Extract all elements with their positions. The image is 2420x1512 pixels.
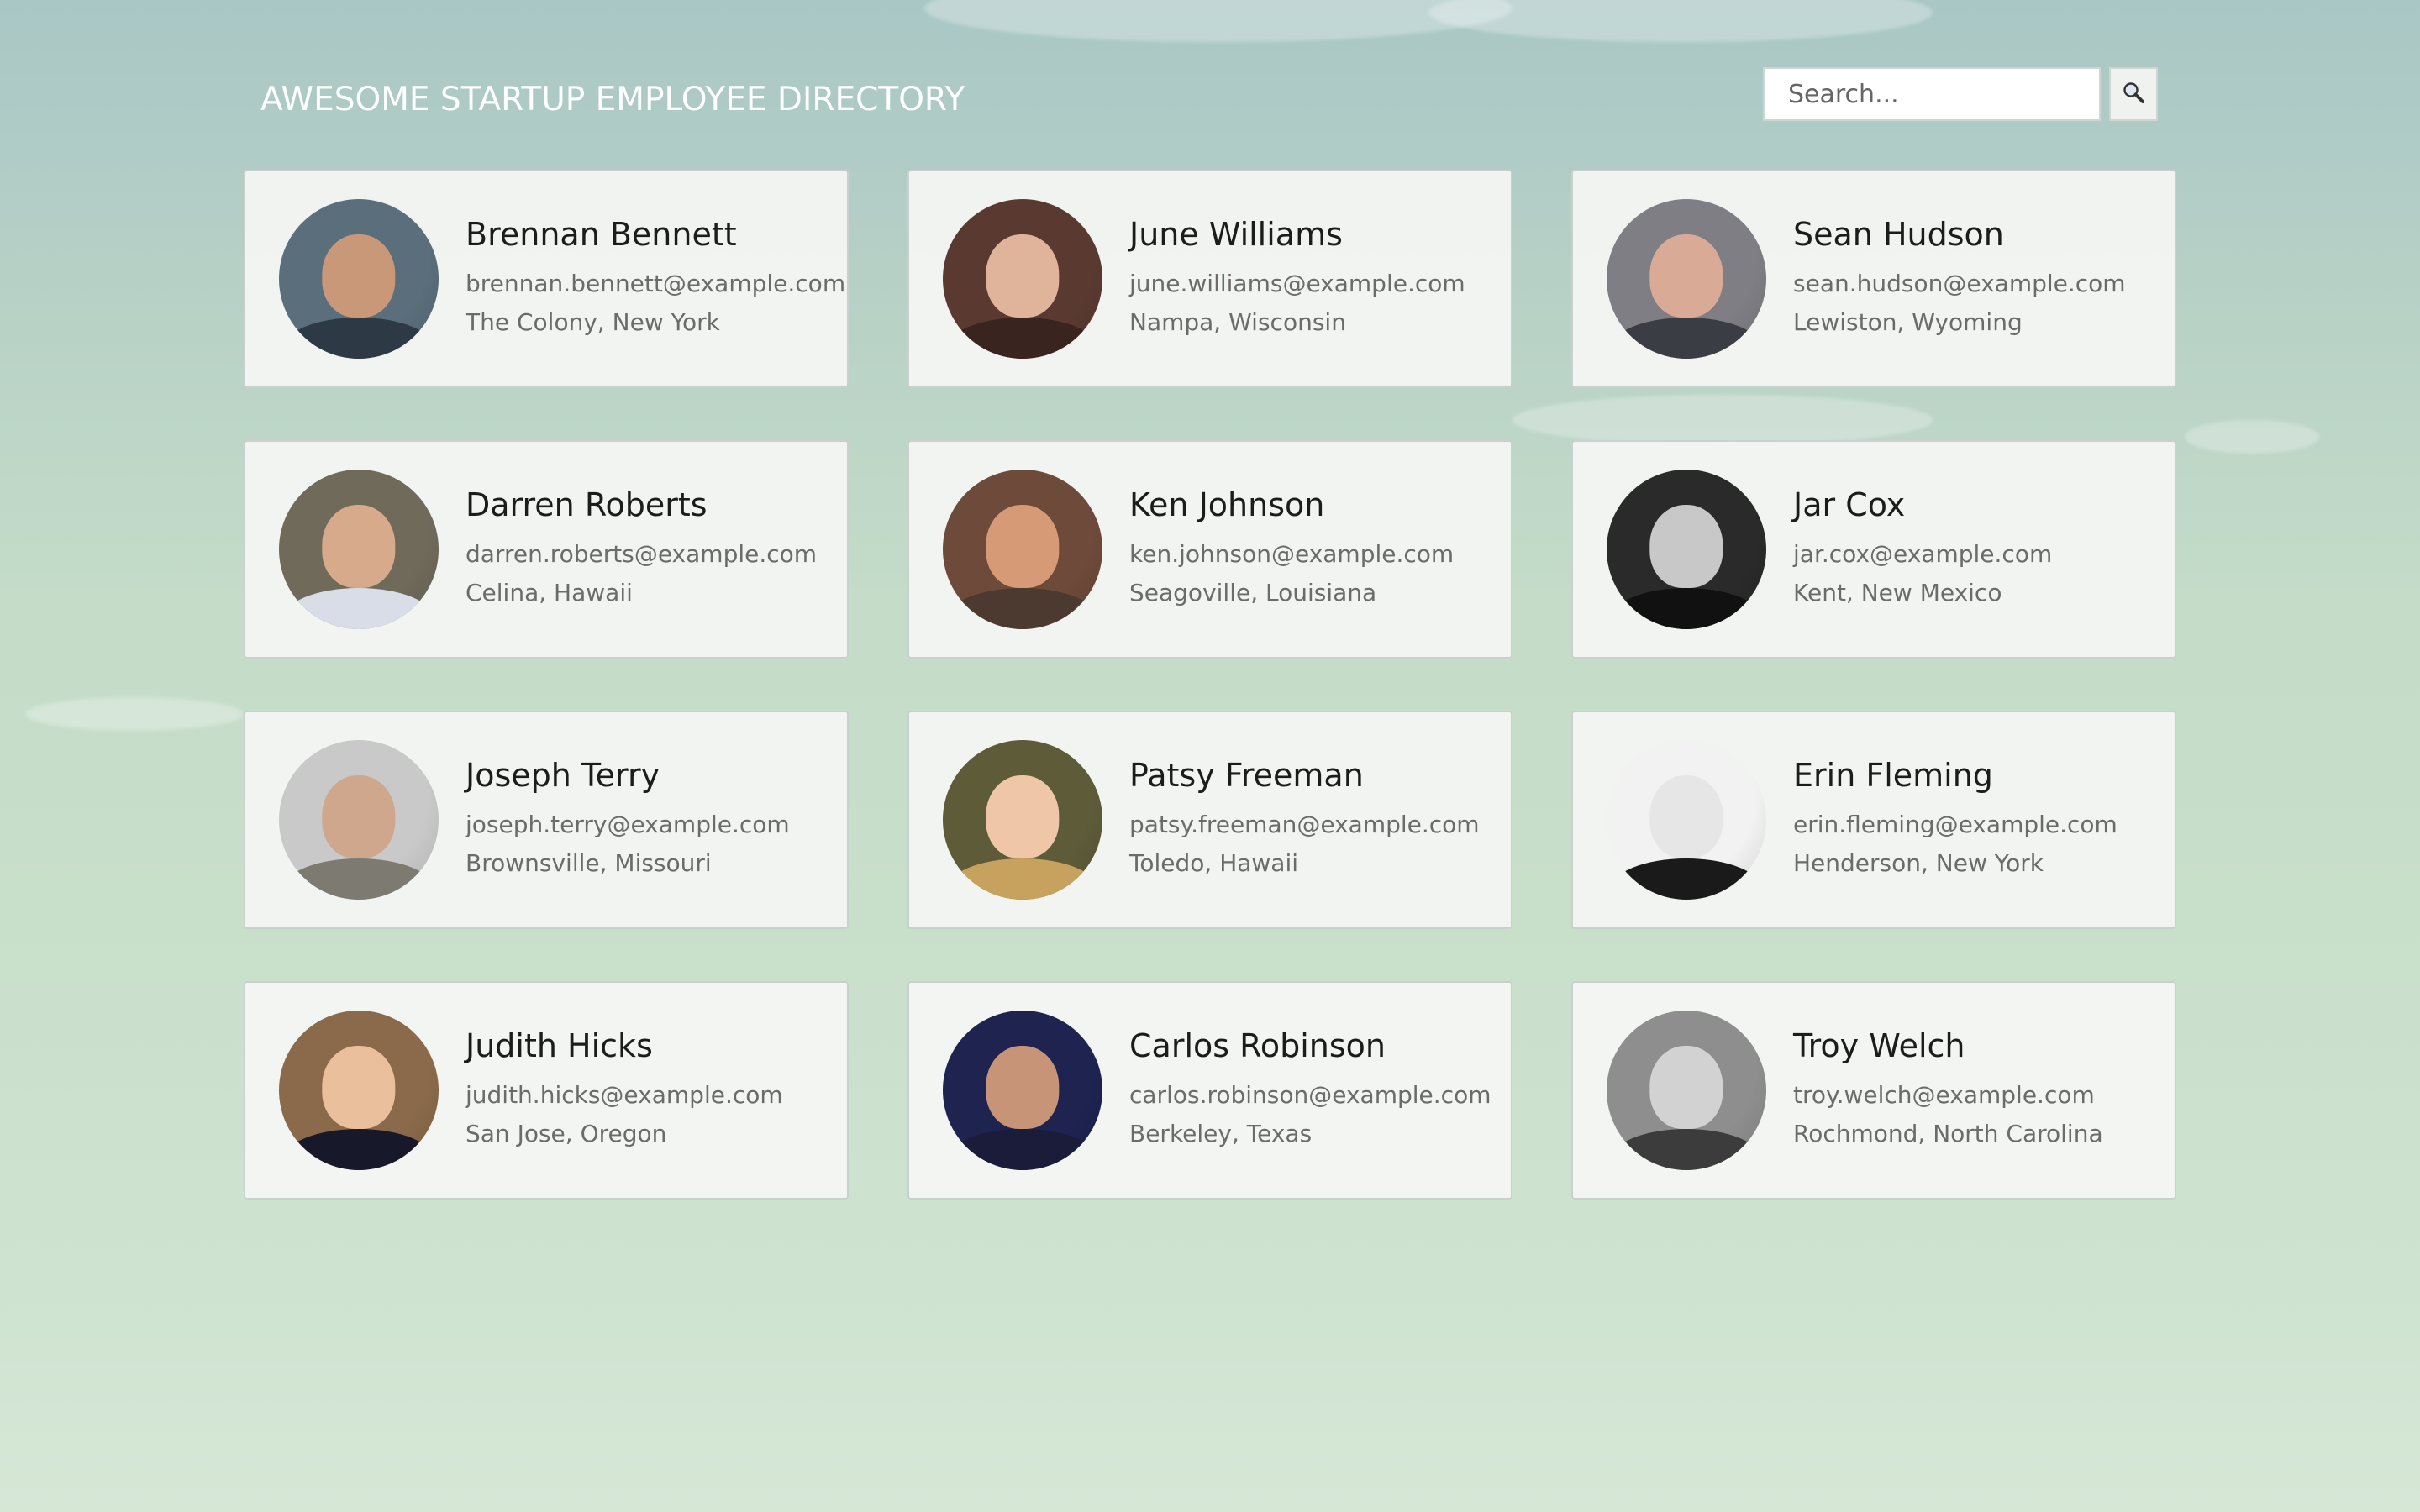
employee-email: darren.roberts@example.com <box>466 540 818 568</box>
employee-info: Troy Welch troy.welch@example.com Rochmond… <box>1793 1027 2103 1153</box>
avatar <box>943 199 1102 359</box>
employee-name: Sean Hudson <box>1793 216 2004 253</box>
avatar <box>279 1011 439 1170</box>
employee-location: The Colony, New York <box>466 308 720 336</box>
employee-card[interactable]: Jar Cox jar.cox@example.com Kent, New Mexi… <box>1571 440 2176 659</box>
avatar <box>1607 740 1766 900</box>
employee-info: Jar Cox jar.cox@example.com Kent, New Mexi… <box>1793 486 2052 612</box>
avatar <box>1607 1011 1766 1170</box>
employee-name: Erin Fleming <box>1793 757 1993 794</box>
employee-email: sean.hudson@example.com <box>1793 270 2126 297</box>
employee-email: troy.welch@example.com <box>1793 1081 2095 1109</box>
employee-name: Jar Cox <box>1793 486 1906 523</box>
cloud-decoration <box>1428 0 1933 42</box>
cloud-decoration <box>924 0 1512 42</box>
cloud-decoration <box>25 697 244 731</box>
employee-email: ken.johnson@example.com <box>1129 540 1455 568</box>
employee-name: Darren Roberts <box>466 486 708 523</box>
avatar <box>943 740 1102 900</box>
employee-email: carlos.robinson@example.com <box>1129 1081 1491 1109</box>
search-input[interactable] <box>1763 67 2101 121</box>
employee-location: San Jose, Oregon <box>466 1120 667 1147</box>
employee-location: Lewiston, Wyoming <box>1793 308 2023 336</box>
employee-info: Ken Johnson ken.johnson@example.com Seagov… <box>1129 486 1454 612</box>
employee-name: Ken Johnson <box>1129 486 1325 523</box>
employee-info: Carlos Robinson carlos.robinson@example.c… <box>1129 1027 1491 1153</box>
search-icon <box>2121 80 2146 108</box>
avatar <box>1607 199 1766 359</box>
employee-info: Erin Fleming erin.fleming@example.com Hend… <box>1793 757 2118 883</box>
employee-name: Patsy Freeman <box>1129 757 1364 794</box>
employee-location: Rochmond, North Carolina <box>1793 1120 2103 1147</box>
employee-location: Berkeley, Texas <box>1129 1120 1313 1147</box>
employee-location: Celina, Hawaii <box>466 579 633 606</box>
employee-card[interactable]: Patsy Freeman patsy.freeman@example.com To… <box>908 711 1512 929</box>
employee-card[interactable]: Ken Johnson ken.johnson@example.com Seagov… <box>908 440 1512 659</box>
employee-grid: Brennan Bennett brennan.bennett@example.c… <box>244 170 2176 1200</box>
employee-location: Toledo, Hawaii <box>1129 849 1299 877</box>
employee-location: Seagoville, Louisiana <box>1129 579 1377 606</box>
employee-card[interactable]: Darren Roberts darren.roberts@example.com… <box>244 440 849 659</box>
employee-card[interactable]: Brennan Bennett brennan.bennett@example.c… <box>244 170 849 388</box>
employee-name: Brennan Bennett <box>466 216 737 253</box>
employee-info: Joseph Terry joseph.terry@example.com Brow… <box>466 757 790 883</box>
avatar <box>279 740 439 900</box>
cloud-decoration <box>2185 420 2319 454</box>
employee-info: Darren Roberts darren.roberts@example.com… <box>466 486 817 612</box>
avatar <box>943 470 1102 629</box>
employee-card[interactable]: Joseph Terry joseph.terry@example.com Brow… <box>244 711 849 929</box>
employee-location: Henderson, New York <box>1793 849 2044 877</box>
employee-location: Brownsville, Missouri <box>466 849 712 877</box>
employee-name: Carlos Robinson <box>1129 1027 1386 1064</box>
employee-name: Troy Welch <box>1793 1027 1965 1064</box>
employee-email: patsy.freeman@example.com <box>1129 811 1480 838</box>
employee-card[interactable]: Carlos Robinson carlos.robinson@example.c… <box>908 981 1512 1200</box>
employee-name: Joseph Terry <box>466 757 660 794</box>
avatar <box>279 199 439 359</box>
employee-card[interactable]: Troy Welch troy.welch@example.com Rochmond… <box>1571 981 2176 1200</box>
employee-name: Judith Hicks <box>466 1027 653 1064</box>
employee-info: Patsy Freeman patsy.freeman@example.com To… <box>1129 757 1480 883</box>
search-button[interactable] <box>2109 67 2158 121</box>
employee-info: Sean Hudson sean.hudson@example.com Lewist… <box>1793 216 2126 342</box>
search-bar <box>1763 67 2158 121</box>
employee-info: June Williams june.williams@example.com Na… <box>1129 216 1465 342</box>
employee-location: Kent, New Mexico <box>1793 579 2002 606</box>
employee-info: Judith Hicks judith.hicks@example.com San … <box>466 1027 783 1153</box>
employee-card[interactable]: June Williams june.williams@example.com Na… <box>908 170 1512 388</box>
avatar <box>279 470 439 629</box>
employee-email: june.williams@example.com <box>1129 270 1465 297</box>
employee-email: brennan.bennett@example.com <box>466 270 846 297</box>
employee-email: erin.fleming@example.com <box>1793 811 2118 838</box>
employee-email: judith.hicks@example.com <box>466 1081 783 1109</box>
employee-location: Nampa, Wisconsin <box>1129 308 1346 336</box>
employee-info: Brennan Bennett brennan.bennett@example.c… <box>466 216 845 342</box>
page-title: AWESOME STARTUP EMPLOYEE DIRECTORY <box>260 81 965 118</box>
employee-card[interactable]: Judith Hicks judith.hicks@example.com San … <box>244 981 849 1200</box>
employee-email: jar.cox@example.com <box>1793 540 2053 568</box>
avatar <box>943 1011 1102 1170</box>
employee-email: joseph.terry@example.com <box>466 811 790 838</box>
employee-card[interactable]: Sean Hudson sean.hudson@example.com Lewist… <box>1571 170 2176 388</box>
employee-name: June Williams <box>1129 216 1343 253</box>
avatar <box>1607 470 1766 629</box>
employee-card[interactable]: Erin Fleming erin.fleming@example.com Hend… <box>1571 711 2176 929</box>
